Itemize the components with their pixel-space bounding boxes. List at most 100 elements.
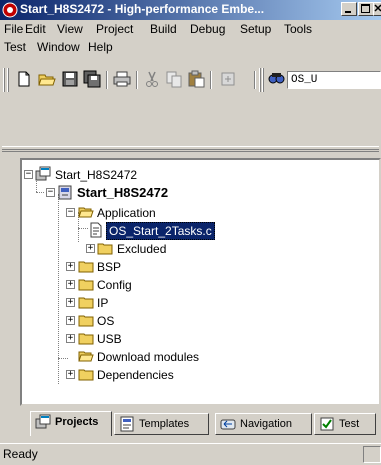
expand-toggle[interactable]: + [86,244,95,253]
folder-open-icon [78,351,94,362]
collapse-toggle[interactable]: − [46,188,55,197]
excluded-label: Excluded [117,242,167,256]
window-title: Start_H8S2472 - High-performance Embe... [20,2,265,16]
ip-label: IP [97,296,109,310]
tree-node-os[interactable]: + OS [66,312,266,330]
tab-templates[interactable]: Templates [114,413,209,435]
folder-icon [78,279,94,291]
app-icon[interactable] [2,2,18,18]
projects-tab-icon [35,414,51,429]
copy-icon[interactable] [164,69,184,89]
menu-debug[interactable]: Debug [190,22,225,36]
tree-node-application[interactable]: − Application [66,204,266,222]
tree-node-file[interactable]: OS_Start_2Tasks.c [88,222,288,240]
download-modules-label: Download modules [97,350,200,364]
tree-node-ip[interactable]: + IP [66,294,266,312]
os-label: OS [97,314,115,328]
build-icon[interactable] [218,69,238,89]
tree-node-project[interactable]: − Start_H8S2472 [46,184,246,202]
dock-area [0,95,381,140]
menu-view[interactable]: View [57,22,83,36]
toolbar-separator [106,71,108,89]
toolbar-grip[interactable] [7,68,9,92]
maximize-button[interactable] [358,2,374,16]
cut-icon[interactable] [142,69,162,89]
application-label: Application [97,206,156,220]
maximize-icon [361,4,370,13]
tree-node-excluded[interactable]: + Excluded [86,240,286,258]
toolbar: OS_U [0,63,381,95]
toolbar-separator [254,71,256,89]
toolbar-grip[interactable] [3,68,5,92]
menu-test[interactable]: Test [4,40,26,54]
minimize-icon [345,11,351,13]
config-label: Config [97,278,132,292]
print-icon[interactable] [112,69,132,89]
tree-node-bsp[interactable]: + BSP [66,258,266,276]
tree-line [58,358,68,359]
expand-toggle[interactable]: + [66,280,75,289]
title-bar: Start_H8S2472 - High-performance Embe... [0,0,381,20]
folder-icon [78,261,94,273]
menu-window[interactable]: Window [37,40,80,54]
tab-navigation-label: Navigation [240,418,292,430]
expand-toggle[interactable]: + [66,370,75,379]
tab-templates-label: Templates [139,418,190,430]
menu-file[interactable]: File [4,22,23,36]
status-text: Ready [3,447,38,461]
project-label: Start_H8S2472 [77,185,169,200]
menu-help[interactable]: Help [88,40,113,54]
open-folder-icon[interactable] [37,69,57,89]
folder-icon [97,243,113,255]
search-combo[interactable]: OS_U [287,71,381,89]
tree-node-usb[interactable]: + USB [66,330,266,348]
menu-bar: File Edit View Project Build Debug Setup… [0,20,381,56]
paste-icon[interactable] [186,69,206,89]
menu-project[interactable]: Project [96,22,133,36]
menu-tools[interactable]: Tools [284,22,312,36]
tree-node-workspace[interactable]: − Start_H8S2472 [24,166,224,184]
expand-toggle[interactable]: + [66,298,75,307]
menu-build[interactable]: Build [150,22,177,36]
close-icon [374,4,381,12]
expand-toggle[interactable]: + [66,334,75,343]
tree-line [78,228,88,229]
find-icon[interactable] [266,69,286,89]
tree-node-dependencies[interactable]: + Dependencies [66,366,286,384]
usb-label: USB [97,332,122,346]
status-bar: Ready [0,443,381,465]
save-icon[interactable] [60,69,80,89]
tree-node-download-modules[interactable]: Download modules [78,348,298,366]
expand-toggle[interactable]: + [66,262,75,271]
collapse-toggle[interactable]: − [66,208,75,217]
workspace-icon [35,166,51,181]
menu-edit[interactable]: Edit [25,22,46,36]
c-file-icon [90,222,102,238]
close-button[interactable] [373,2,381,16]
folder-icon [78,315,94,327]
bsp-label: BSP [97,260,122,274]
project-icon [58,185,72,200]
save-all-icon[interactable] [82,69,102,89]
tab-projects[interactable]: Projects [30,411,112,436]
menu-setup[interactable]: Setup [240,22,271,36]
tree-line [36,192,44,193]
selected-file-label[interactable]: OS_Start_2Tasks.c [106,222,215,240]
collapse-toggle[interactable]: − [24,170,33,179]
expand-toggle[interactable]: + [66,316,75,325]
toolbar-grip[interactable] [259,68,261,92]
workspace-label: Start_H8S2472 [55,168,138,182]
panel-grip[interactable] [2,149,379,151]
tree-node-config[interactable]: + Config [66,276,266,294]
toolbar-separator [136,71,138,89]
tab-navigation[interactable]: Navigation [215,413,312,435]
tree-line [58,194,59,384]
minimize-button[interactable] [341,2,357,16]
toolbar-grip[interactable] [262,68,264,92]
new-file-icon[interactable] [14,69,34,89]
navigation-tab-icon [220,419,236,430]
test-tab-icon [320,417,334,431]
tab-test[interactable]: Test [314,413,376,435]
project-tree[interactable]: − Start_H8S2472 − Start_H8S2472 − Applic… [20,158,381,406]
status-panel [363,446,381,463]
